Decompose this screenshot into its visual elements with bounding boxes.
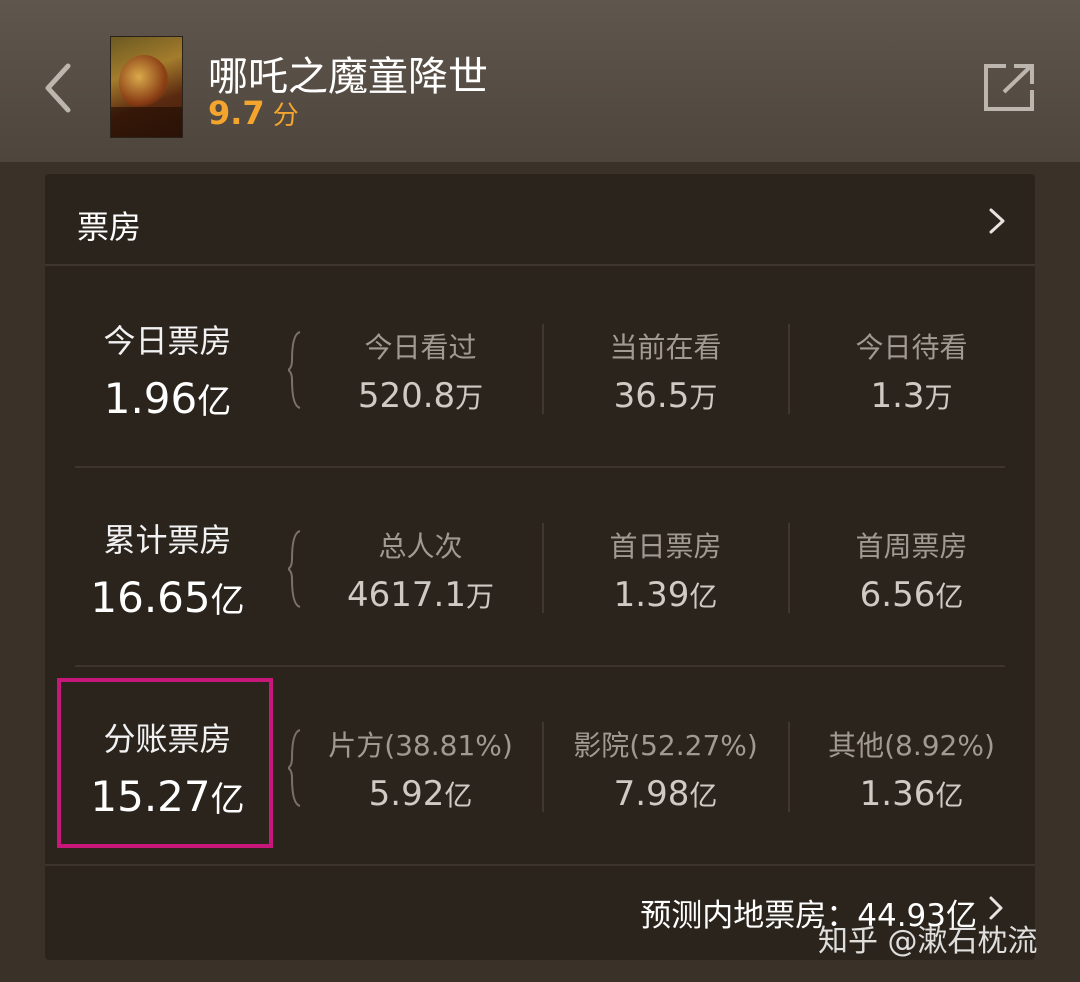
sub-stat-label: 首日票房 bbox=[609, 530, 722, 563]
rating-unit: 分 bbox=[272, 101, 299, 131]
movie-rating: 9.7 分 bbox=[208, 94, 299, 132]
sub-stat: 总人次 4617.1万 bbox=[298, 467, 543, 665]
sub-stat: 首周票房 6.56亿 bbox=[789, 467, 1034, 665]
sub-stat: 今日看过 520.8万 bbox=[298, 268, 543, 466]
box-office-card: 票房 今日票房 1.96亿 今日看过 520.8万 当前在看 36.5万 今日待… bbox=[45, 174, 1035, 960]
main-stat-value: 1.96亿 bbox=[103, 374, 232, 423]
sub-stat-value: 5.92亿 bbox=[368, 774, 473, 814]
sub-stat-value: 520.8万 bbox=[357, 376, 484, 416]
card-title: 票房 bbox=[77, 208, 142, 246]
chevron-left-icon bbox=[45, 63, 71, 113]
sub-stat-label: 影院(52.27%) bbox=[573, 729, 758, 762]
sub-stat-value: 1.39亿 bbox=[613, 575, 718, 615]
today-box-office-row: 今日票房 1.96亿 今日看过 520.8万 当前在看 36.5万 今日待看 1… bbox=[45, 268, 1035, 466]
watermark: 知乎 @漱石枕流 bbox=[818, 924, 1038, 959]
sub-stat-value: 1.36亿 bbox=[859, 774, 964, 814]
cumulative-box-office-row: 累计票房 16.65亿 总人次 4617.1万 首日票房 1.39亿 首周票房 … bbox=[45, 467, 1035, 665]
share-external-icon bbox=[984, 64, 1034, 111]
sub-stat: 今日待看 1.3万 bbox=[789, 268, 1034, 466]
sub-stat-label: 其他(8.92%) bbox=[828, 729, 995, 762]
sub-stat-value: 7.98亿 bbox=[613, 774, 718, 814]
back-button[interactable] bbox=[40, 58, 80, 118]
sub-stat: 片方(38.81%) 5.92亿 bbox=[298, 666, 543, 864]
sub-stat-value: 1.3万 bbox=[870, 376, 953, 416]
sub-stat: 其他(8.92%) 1.36亿 bbox=[789, 666, 1034, 864]
sub-stat-value: 36.5万 bbox=[613, 376, 718, 416]
sub-stat-value: 6.56亿 bbox=[859, 575, 964, 615]
sub-stat-label: 今日待看 bbox=[855, 331, 968, 364]
chevron-right-icon bbox=[989, 208, 1005, 234]
sub-stat: 首日票房 1.39亿 bbox=[543, 467, 788, 665]
main-stat-label: 今日票房 bbox=[103, 322, 232, 360]
main-stat: 今日票房 1.96亿 bbox=[45, 268, 290, 466]
sub-stat-label: 今日看过 bbox=[364, 331, 477, 364]
box-office-header[interactable]: 票房 bbox=[45, 174, 1035, 266]
highlight-box bbox=[57, 678, 273, 848]
sub-stat-value: 4617.1万 bbox=[347, 575, 494, 615]
main-stat-value: 16.65亿 bbox=[90, 573, 245, 622]
rating-value: 9.7 bbox=[208, 94, 265, 132]
sub-stat-label: 首周票房 bbox=[855, 530, 968, 563]
main-stat-label: 累计票房 bbox=[103, 521, 232, 559]
sub-stat: 影院(52.27%) 7.98亿 bbox=[543, 666, 788, 864]
share-button[interactable] bbox=[984, 62, 1036, 112]
split-box-office-row: 分账票房 15.27亿 片方(38.81%) 5.92亿 影院(52.27%) … bbox=[45, 666, 1035, 864]
top-bar: 哪吒之魔童降世 9.7 分 bbox=[0, 0, 1080, 162]
main-stat: 累计票房 16.65亿 bbox=[45, 467, 290, 665]
sub-stat: 当前在看 36.5万 bbox=[543, 268, 788, 466]
sub-stat-label: 总人次 bbox=[378, 530, 463, 563]
sub-stat-label: 片方(38.81%) bbox=[328, 729, 513, 762]
sub-stat-label: 当前在看 bbox=[609, 331, 722, 364]
movie-poster[interactable] bbox=[110, 36, 183, 138]
